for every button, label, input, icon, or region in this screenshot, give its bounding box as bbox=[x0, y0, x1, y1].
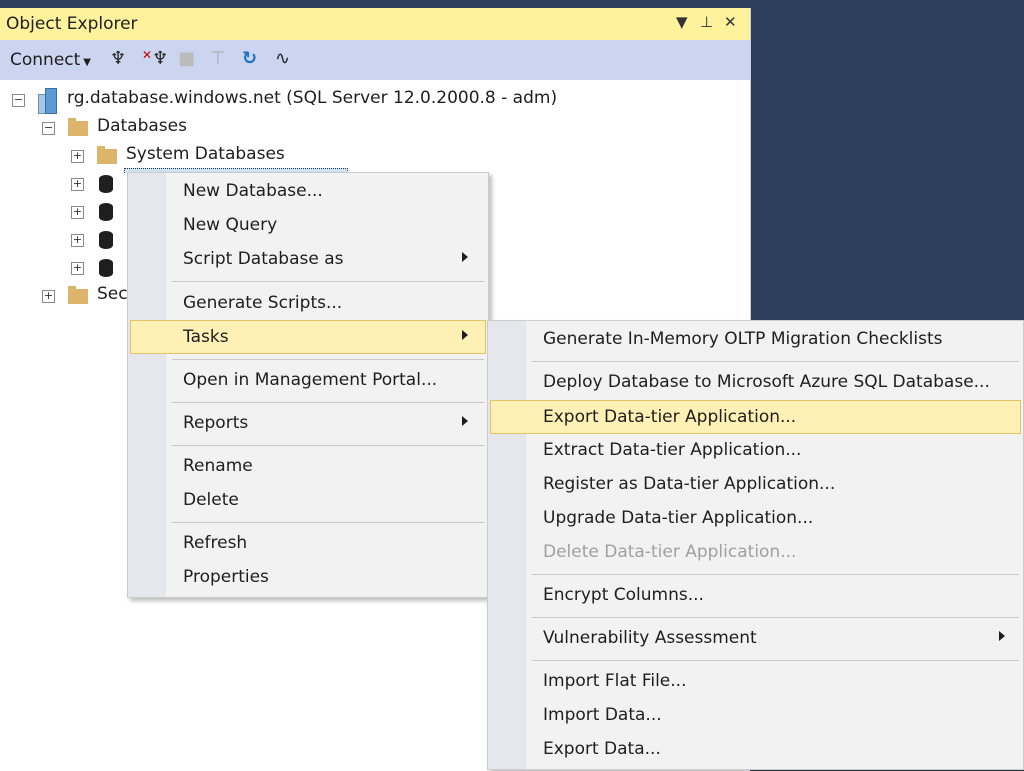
refresh-icon[interactable]: ↻ bbox=[242, 48, 257, 69]
submenu-arrow-icon bbox=[462, 252, 468, 262]
menu-item-import-flat-file[interactable]: Import Flat File... bbox=[488, 665, 1023, 697]
server-label: rg.database.windows.net (SQL Server 12.0… bbox=[67, 88, 558, 108]
menu-item-register-data-tier[interactable]: Register as Data-tier Application... bbox=[488, 468, 1023, 500]
menu-separator bbox=[532, 660, 1019, 661]
menu-item-new-database[interactable]: New Database... bbox=[128, 175, 488, 207]
tasks-submenu: Generate In-Memory OLTP Migration Checkl… bbox=[487, 320, 1024, 770]
menu-item-generate-scripts[interactable]: Generate Scripts... bbox=[128, 287, 488, 319]
folder-icon bbox=[68, 118, 88, 136]
menu-item-import-data[interactable]: Import Data... bbox=[488, 699, 1023, 731]
menu-item-script-database-as[interactable]: Script Database as bbox=[128, 243, 488, 275]
folder-icon bbox=[68, 286, 88, 304]
connect-label: Connect bbox=[10, 50, 81, 70]
panel-title: Object Explorer bbox=[6, 14, 138, 34]
menu-item-open-management-portal[interactable]: Open in Management Portal... bbox=[128, 364, 488, 396]
activity-monitor-icon[interactable]: ∿ bbox=[275, 48, 290, 69]
menu-item-new-query[interactable]: New Query bbox=[128, 209, 488, 241]
database-context-menu: New Database... New Query Script Databas… bbox=[127, 172, 489, 598]
menu-item-label: Properties bbox=[183, 567, 269, 587]
chevron-down-icon: ▼ bbox=[83, 57, 91, 68]
expand-icon[interactable]: + bbox=[71, 206, 84, 219]
menu-separator bbox=[532, 574, 1019, 575]
disconnect-icon[interactable]: ✕♆ bbox=[142, 48, 168, 69]
menu-item-deploy-to-azure[interactable]: Deploy Database to Microsoft Azure SQL D… bbox=[488, 366, 1023, 398]
expand-icon[interactable]: + bbox=[71, 150, 84, 163]
filter-icon[interactable]: ⊤ bbox=[210, 48, 226, 69]
submenu-arrow-icon bbox=[462, 330, 468, 340]
menu-separator bbox=[532, 361, 1019, 362]
server-icon bbox=[38, 88, 57, 114]
menu-item-label: New Database... bbox=[183, 181, 323, 201]
menu-item-delete[interactable]: Delete bbox=[128, 484, 488, 516]
database-icon bbox=[99, 175, 113, 193]
security-label: Sec bbox=[97, 284, 128, 304]
menu-item-rename[interactable]: Rename bbox=[128, 450, 488, 482]
menu-item-label: Script Database as bbox=[183, 249, 344, 269]
pin-icon[interactable]: ⊥ bbox=[700, 13, 713, 31]
object-explorer-toolbar: Connect ▼ ♆ ✕♆ ■ ⊤ ↻ ∿ bbox=[0, 40, 750, 80]
folder-icon bbox=[97, 146, 117, 164]
dropdown-icon[interactable]: ▼ bbox=[676, 13, 688, 31]
database-icon bbox=[99, 259, 113, 277]
menu-item-label: Encrypt Columns... bbox=[543, 585, 704, 605]
close-icon[interactable]: ✕ bbox=[724, 13, 737, 31]
menu-item-label: Export Data... bbox=[543, 739, 661, 759]
menu-item-label: Import Flat File... bbox=[543, 671, 687, 691]
menu-item-generate-oltp-checklists[interactable]: Generate In-Memory OLTP Migration Checkl… bbox=[488, 323, 1023, 355]
databases-label: Databases bbox=[97, 116, 187, 136]
menu-item-label: Upgrade Data-tier Application... bbox=[543, 508, 814, 528]
system-databases-label: System Databases bbox=[126, 144, 285, 164]
menu-item-extract-data-tier[interactable]: Extract Data-tier Application... bbox=[488, 434, 1023, 466]
expand-icon[interactable]: + bbox=[71, 178, 84, 191]
menu-item-upgrade-data-tier[interactable]: Upgrade Data-tier Application... bbox=[488, 502, 1023, 534]
menu-item-vulnerability-assessment[interactable]: Vulnerability Assessment bbox=[488, 622, 1023, 654]
expand-icon[interactable]: + bbox=[71, 262, 84, 275]
menu-item-label: Export Data-tier Application... bbox=[543, 407, 797, 427]
menu-item-label: Generate Scripts... bbox=[183, 293, 343, 313]
expand-icon[interactable]: + bbox=[42, 290, 55, 303]
connect-button[interactable]: Connect ▼ bbox=[10, 50, 91, 70]
menu-separator bbox=[532, 617, 1019, 618]
menu-item-label: Vulnerability Assessment bbox=[543, 628, 757, 648]
menu-item-reports[interactable]: Reports bbox=[128, 407, 488, 439]
menu-item-properties[interactable]: Properties bbox=[128, 561, 488, 593]
menu-item-label: Extract Data-tier Application... bbox=[543, 440, 802, 460]
menu-item-encrypt-columns[interactable]: Encrypt Columns... bbox=[488, 579, 1023, 611]
menu-item-label: Import Data... bbox=[543, 705, 662, 725]
menu-item-export-data-tier[interactable]: Export Data-tier Application... bbox=[490, 400, 1021, 434]
connect-plug-icon[interactable]: ♆ bbox=[110, 48, 126, 69]
menu-item-label: Rename bbox=[183, 456, 253, 476]
object-explorer-titlebar: Object Explorer ▼ ⊥ ✕ bbox=[0, 8, 750, 40]
menu-separator bbox=[172, 281, 484, 282]
menu-separator bbox=[172, 359, 484, 360]
stop-icon[interactable]: ■ bbox=[178, 48, 195, 69]
database-icon bbox=[99, 203, 113, 221]
menu-item-label: New Query bbox=[183, 215, 278, 235]
menu-item-delete-data-tier: Delete Data-tier Application... bbox=[488, 536, 1023, 568]
menu-separator bbox=[172, 445, 484, 446]
menu-item-tasks[interactable]: Tasks bbox=[130, 320, 486, 354]
menu-item-refresh[interactable]: Refresh bbox=[128, 527, 488, 559]
menu-item-label: Generate In-Memory OLTP Migration Checkl… bbox=[543, 329, 943, 349]
database-icon bbox=[99, 231, 113, 249]
collapse-icon[interactable]: − bbox=[42, 122, 55, 135]
submenu-arrow-icon bbox=[462, 416, 468, 426]
menu-item-label: Open in Management Portal... bbox=[183, 370, 438, 390]
menu-item-label: Deploy Database to Microsoft Azure SQL D… bbox=[543, 372, 990, 392]
submenu-arrow-icon bbox=[999, 631, 1005, 641]
menu-item-export-data[interactable]: Export Data... bbox=[488, 733, 1023, 765]
menu-item-label: Tasks bbox=[183, 327, 229, 347]
menu-item-label: Register as Data-tier Application... bbox=[543, 474, 836, 494]
menu-separator bbox=[172, 522, 484, 523]
menu-item-label: Delete bbox=[183, 490, 239, 510]
menu-item-label: Refresh bbox=[183, 533, 248, 553]
menu-item-label: Delete Data-tier Application... bbox=[543, 542, 797, 562]
menu-separator bbox=[172, 402, 484, 403]
collapse-icon[interactable]: − bbox=[12, 94, 25, 107]
menu-item-label: Reports bbox=[183, 413, 249, 433]
background-strip bbox=[0, 0, 750, 8]
expand-icon[interactable]: + bbox=[71, 234, 84, 247]
